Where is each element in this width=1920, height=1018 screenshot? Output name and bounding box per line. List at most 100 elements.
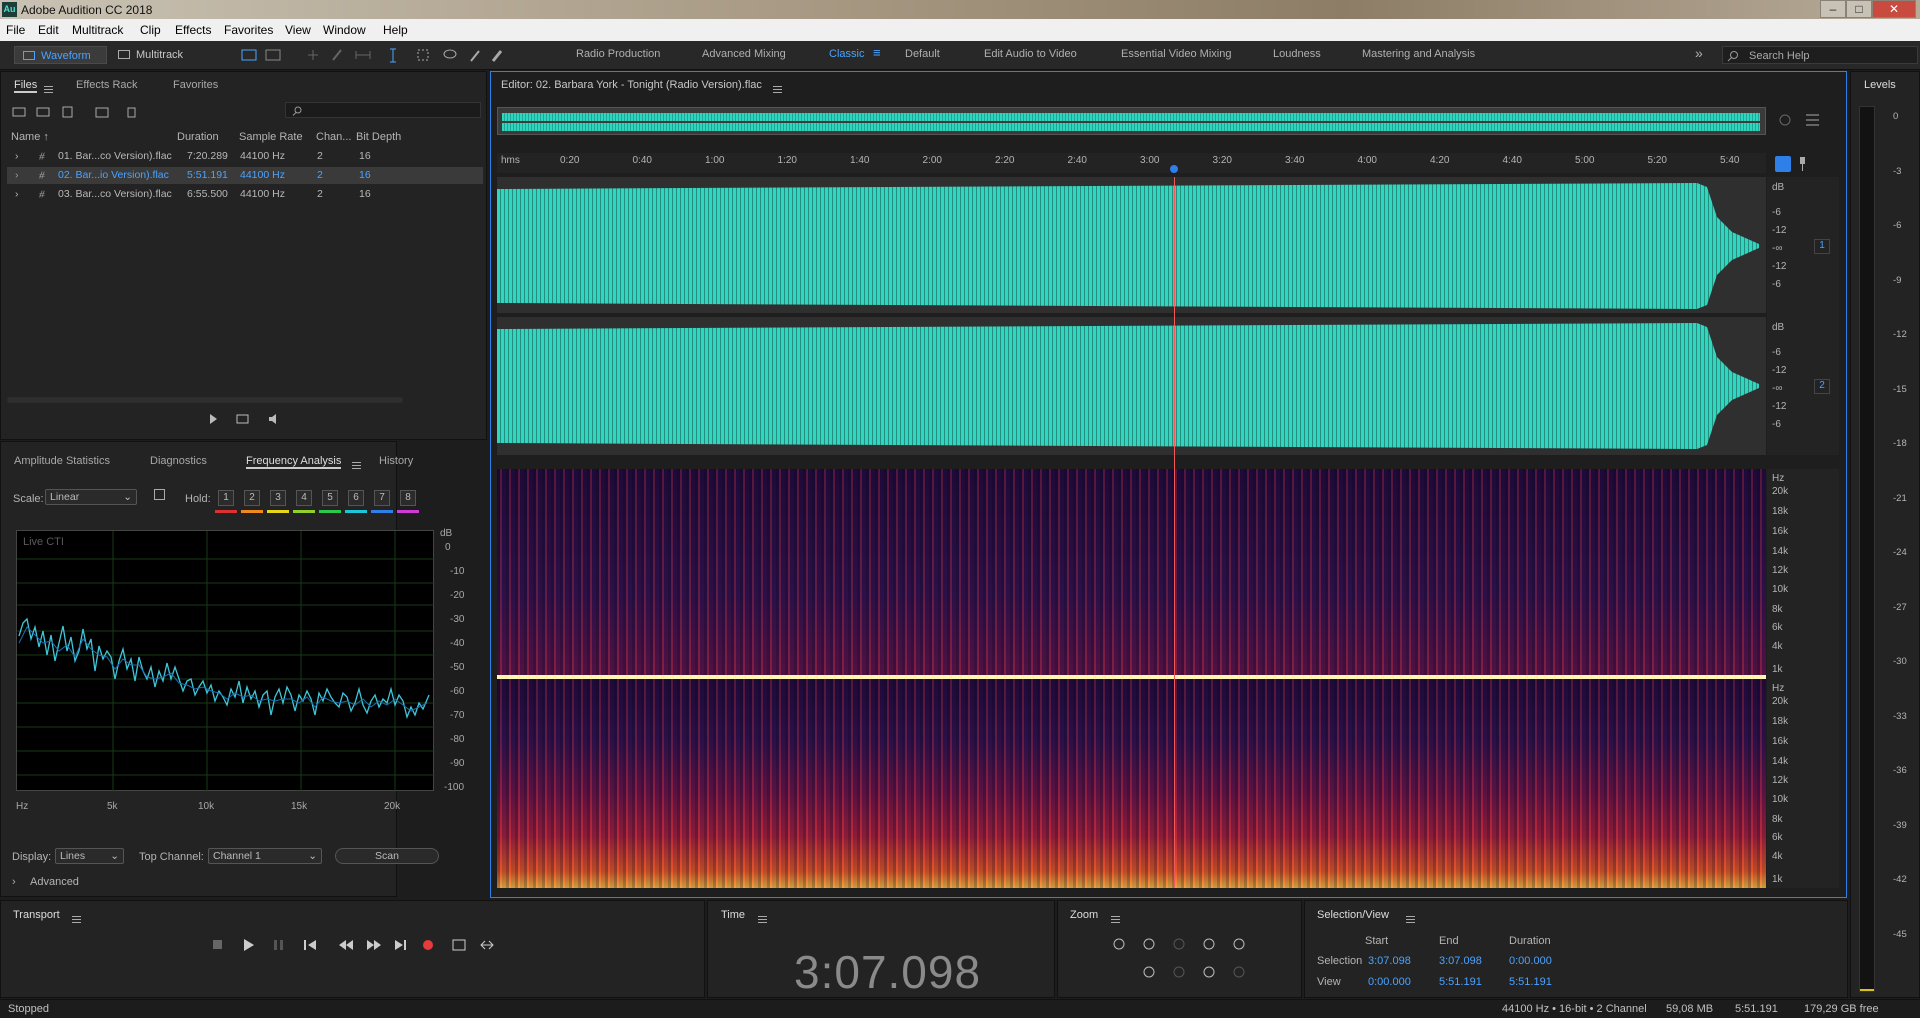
hold-button-4[interactable]: 4	[296, 490, 312, 506]
menu-effects[interactable]: Effects	[175, 23, 211, 37]
waveform-view-button[interactable]: Waveform	[14, 46, 107, 64]
menu-help[interactable]: Help	[383, 23, 408, 37]
menu-clip[interactable]: Clip	[140, 23, 161, 37]
files-panel: Files Effects Rack Favorites Name ↑ Dura…	[0, 71, 487, 440]
zoom-selection-icon	[1143, 966, 1155, 978]
selection-end[interactable]: 3:07.098	[1439, 955, 1482, 967]
lock-scale-icon[interactable]	[154, 489, 165, 500]
workspace-advanced-mixing[interactable]: Advanced Mixing	[702, 48, 786, 60]
panel-options-icon	[1806, 114, 1819, 126]
files-panel-menu-icon[interactable]	[44, 85, 53, 93]
advanced-toggle[interactable]: Advanced	[30, 876, 79, 888]
more-workspaces-icon[interactable]: »	[1695, 45, 1703, 61]
menu-view[interactable]: View	[285, 23, 311, 37]
analysis-panel-menu-icon[interactable]	[352, 461, 361, 469]
transport-controls	[213, 939, 494, 951]
view-end[interactable]: 5:51.191	[1439, 976, 1482, 988]
ruler-tick-label: 0:40	[632, 155, 652, 166]
workspace-default[interactable]: Default	[905, 48, 940, 60]
selection-menu-icon[interactable]	[1406, 915, 1415, 923]
column-sample-rate[interactable]: Sample Rate	[239, 131, 303, 143]
marquee-tool-icon	[417, 49, 429, 61]
transport-menu-icon[interactable]	[72, 915, 81, 923]
workspace-classic[interactable]: Classic	[829, 48, 864, 60]
menu-edit[interactable]: Edit	[38, 23, 59, 37]
workspace-loudness[interactable]: Loudness	[1273, 48, 1321, 60]
db-scale-label: -∞	[1772, 243, 1783, 254]
minimize-button[interactable]: –	[1820, 0, 1846, 18]
hold-button-5[interactable]: 5	[322, 490, 338, 506]
file-row[interactable]: › ⧣ 03. Bar...co Version).flac 6:55.500 …	[7, 186, 483, 203]
column-channels[interactable]: Chan...	[316, 131, 351, 143]
tab-files[interactable]: Files	[14, 79, 38, 93]
view-start[interactable]: 0:00.000	[1368, 976, 1411, 988]
display-dropdown[interactable]: Lines ⌄	[55, 848, 124, 864]
expand-chevron-icon[interactable]: ›	[15, 150, 19, 162]
menu-favorites[interactable]: Favorites	[224, 23, 273, 37]
db-scale-label: -∞	[1772, 383, 1783, 394]
file-row-selected[interactable]: › ⧣ 02. Bar...io Version).flac 5:51.191 …	[7, 167, 483, 184]
selection-start[interactable]: 3:07.098	[1368, 955, 1411, 967]
expand-chevron-icon[interactable]: ›	[15, 169, 19, 181]
ruler-tick-label: 3:00	[1140, 155, 1160, 166]
spectral-display[interactable]	[497, 469, 1766, 888]
time-menu-icon[interactable]	[758, 915, 767, 923]
tab-amplitude-statistics[interactable]: Amplitude Statistics	[14, 455, 110, 467]
workspace-mastering-and-analysis[interactable]: Mastering and Analysis	[1362, 48, 1475, 60]
selection-header-start: Start	[1365, 935, 1389, 947]
hold-button-3[interactable]: 3	[270, 490, 286, 506]
tab-history[interactable]: History	[379, 455, 413, 467]
menu-window[interactable]: Window	[323, 23, 366, 37]
selection-duration[interactable]: 0:00.000	[1509, 955, 1552, 967]
column-duration[interactable]: Duration	[177, 131, 219, 143]
new-file-icon	[62, 106, 73, 118]
files-toolbar	[12, 106, 136, 118]
tab-diagnostics[interactable]: Diagnostics	[150, 455, 207, 467]
scan-button[interactable]: Scan	[335, 848, 439, 864]
hold-button-6[interactable]: 6	[348, 490, 364, 506]
menu-file[interactable]: File	[6, 23, 25, 37]
time-display[interactable]: 3:07.098	[794, 945, 981, 999]
tab-effects-rack[interactable]: Effects Rack	[76, 79, 138, 91]
files-search-input[interactable]	[285, 102, 481, 118]
top-channel-dropdown[interactable]: Channel 1 ⌄	[208, 848, 322, 864]
workspace-edit-audio-to-video[interactable]: Edit Audio to Video	[984, 48, 1077, 60]
graph-x-tick: 10k	[198, 801, 215, 812]
hold-color-1	[215, 510, 237, 513]
maximize-button[interactable]: □	[1846, 0, 1872, 18]
menu-multitrack[interactable]: Multitrack	[72, 23, 123, 37]
workspace-radio-production[interactable]: Radio Production	[576, 48, 660, 60]
channel-2-badge[interactable]: 2	[1814, 379, 1830, 394]
hold-button-2[interactable]: 2	[244, 490, 260, 506]
workspace-menu-icon[interactable]: ≡	[873, 45, 881, 60]
advanced-chevron-icon[interactable]: ›	[12, 876, 16, 888]
expand-chevron-icon[interactable]: ›	[15, 188, 19, 200]
spectral-texture-ch1	[497, 469, 1766, 675]
hz-scale-label: 6k	[1772, 622, 1783, 633]
column-name[interactable]: Name ↑	[11, 131, 49, 143]
editor-menu-icon[interactable]	[773, 85, 782, 93]
column-bit-depth[interactable]: Bit Depth	[356, 131, 401, 143]
tab-frequency-analysis[interactable]: Frequency Analysis	[246, 455, 342, 469]
hz-scale-label: 4k	[1772, 851, 1783, 862]
go-to-end-icon	[395, 940, 406, 950]
tab-favorites[interactable]: Favorites	[173, 79, 218, 91]
graph-y-tick: 0	[445, 542, 451, 553]
close-button[interactable]: ✕	[1872, 0, 1916, 18]
zoom-menu-icon[interactable]	[1111, 915, 1120, 923]
hold-button-1[interactable]: 1	[218, 490, 234, 506]
overview-navigator[interactable]	[497, 107, 1766, 135]
files-horizontal-scrollbar[interactable]	[7, 397, 403, 403]
view-duration[interactable]: 5:51.191	[1509, 976, 1552, 988]
hold-button-7[interactable]: 7	[374, 490, 390, 506]
hz-scale-label: 20k	[1772, 486, 1789, 497]
hold-color-8	[397, 510, 419, 513]
file-row[interactable]: › ⧣ 01. Bar...co Version).flac 7:20.289 …	[7, 148, 483, 165]
hold-button-8[interactable]: 8	[400, 490, 416, 506]
workspace-essential-video-mixing[interactable]: Essential Video Mixing	[1121, 48, 1231, 60]
search-help-field[interactable]: Search Help	[1722, 46, 1918, 64]
scale-dropdown[interactable]: Linear ⌄	[45, 489, 137, 505]
channel-1-badge[interactable]: 1	[1814, 239, 1830, 254]
playhead-marker[interactable]	[1170, 165, 1178, 173]
multitrack-view-button[interactable]: Multitrack	[112, 46, 202, 64]
